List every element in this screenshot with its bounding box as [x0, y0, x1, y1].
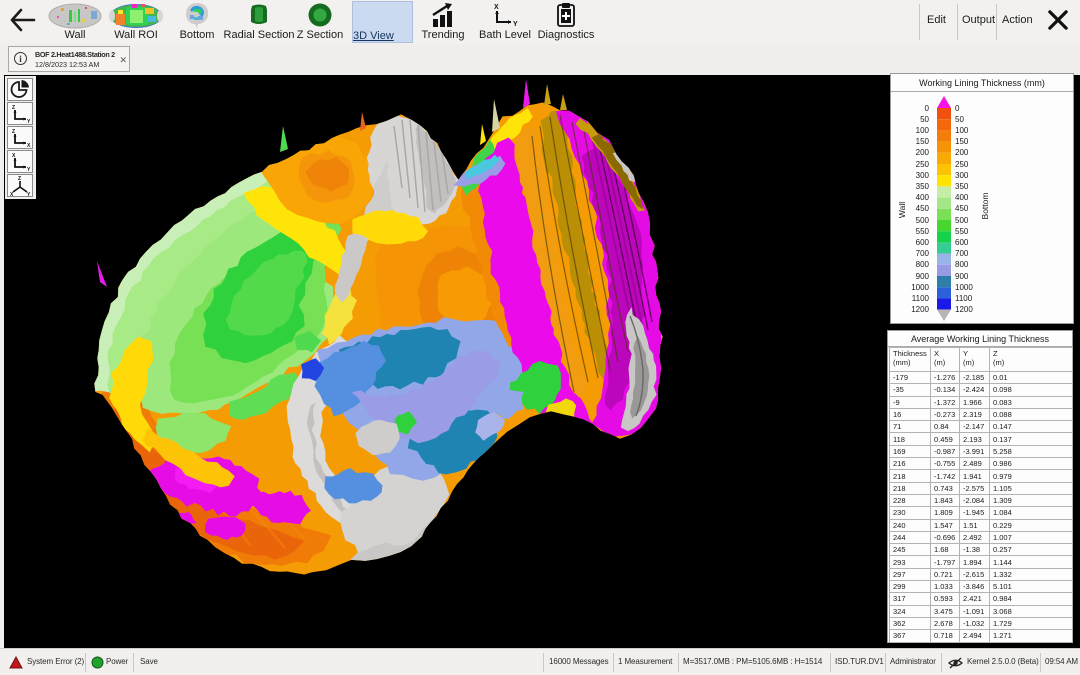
svg-text:X: X: [10, 192, 14, 196]
svg-text:Y: Y: [27, 119, 31, 124]
svg-text:X: X: [27, 143, 31, 148]
svg-text:Y: Y: [27, 192, 31, 196]
svg-text:Y: Y: [27, 167, 31, 172]
